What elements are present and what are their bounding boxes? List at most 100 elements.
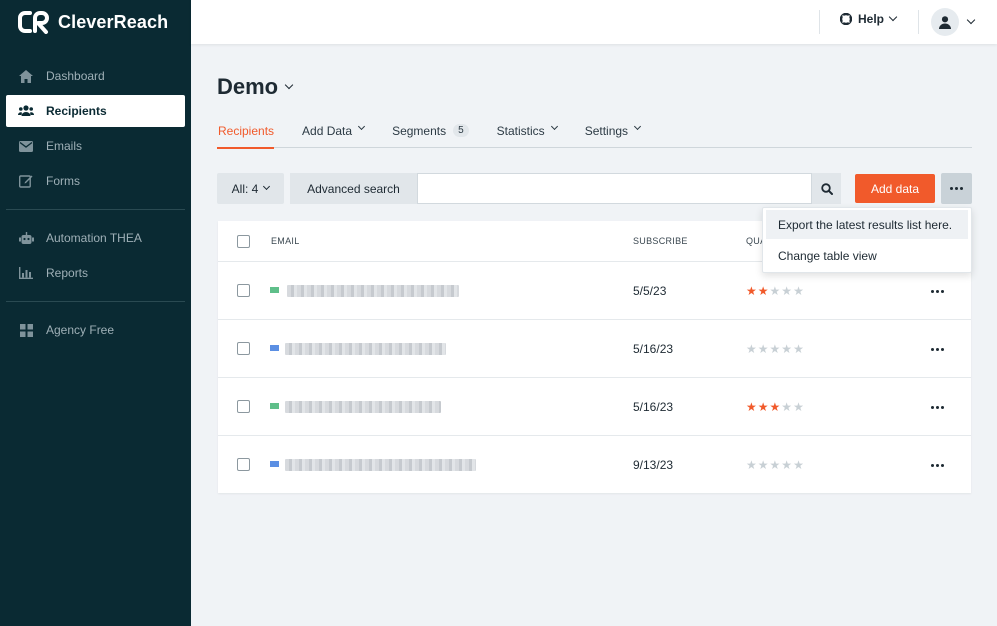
menu-item-change-table-view[interactable]: Change table view	[766, 241, 968, 270]
brand-name: CleverReach	[58, 11, 169, 32]
chevron-down-icon	[550, 122, 558, 131]
sidebar-item-agency-free[interactable]: Agency Free	[6, 314, 185, 346]
avatar	[931, 8, 959, 36]
quality-rating: ★ ★ ★ ★ ★	[746, 458, 804, 472]
column-header-subscribe[interactable]: SUBSCRIBE	[633, 236, 688, 246]
lifebuoy-icon	[839, 12, 853, 26]
email-redacted	[285, 401, 441, 413]
tab-settings[interactable]: Settings	[585, 122, 642, 148]
more-horizontal-icon	[950, 187, 963, 190]
tab-recipients[interactable]: Recipients	[217, 122, 275, 149]
star-filled-icon: ★	[746, 400, 757, 414]
add-data-label: Add data	[870, 181, 920, 196]
more-horizontal-icon	[931, 348, 944, 351]
chevron-down-icon	[284, 80, 294, 90]
toolbar: All: 4 Advanced search Add data	[217, 173, 972, 205]
star-empty-icon: ★	[746, 342, 757, 356]
tab-add-data[interactable]: Add Data	[302, 122, 366, 148]
row-checkbox[interactable]	[237, 284, 250, 297]
topbar-divider	[819, 10, 820, 34]
sidebar: CleverReach Dashboard Recipients Emails …	[0, 0, 191, 626]
email-redacted	[287, 285, 459, 297]
tabs: Recipients Add Data Segments 5 Statistic…	[217, 122, 972, 149]
sidebar-item-dashboard[interactable]: Dashboard	[6, 60, 185, 92]
chevron-down-icon	[888, 12, 898, 22]
row-actions-button[interactable]	[931, 406, 944, 409]
source-indicator	[270, 345, 279, 351]
search-input[interactable]	[417, 173, 812, 204]
sidebar-item-label: Forms	[46, 174, 80, 188]
column-header-quality[interactable]: QUALITY	[746, 236, 762, 246]
sidebar-item-forms[interactable]: Forms	[6, 165, 185, 197]
chevron-down-icon	[263, 182, 271, 191]
row-actions-button[interactable]	[931, 464, 944, 467]
table-row[interactable]: 9/13/23 ★ ★ ★ ★ ★	[218, 436, 971, 494]
tab-label: Segments	[392, 124, 447, 138]
brand[interactable]: CleverReach	[0, 0, 191, 44]
sidebar-item-label: Recipients	[46, 104, 107, 118]
segments-count-badge: 5	[453, 124, 469, 137]
row-checkbox[interactable]	[237, 458, 250, 471]
star-empty-icon: ★	[781, 284, 793, 298]
star-empty-icon: ★	[793, 400, 804, 414]
star-empty-icon: ★	[746, 458, 757, 472]
sidebar-item-automation-thea[interactable]: Automation THEA	[6, 222, 185, 254]
help-button[interactable]: Help	[839, 12, 898, 26]
list-selector[interactable]: Demo	[217, 74, 294, 100]
more-options-menu: Export the latest results list here. Cha…	[762, 207, 972, 273]
sidebar-divider	[6, 209, 185, 210]
more-options-button[interactable]	[941, 173, 972, 204]
table-row[interactable]: 5/16/23 ★ ★ ★ ★ ★	[218, 378, 971, 436]
sidebar-nav: Dashboard Recipients Emails Forms Automa…	[0, 60, 191, 346]
row-checkbox[interactable]	[237, 342, 250, 355]
star-empty-icon: ★	[781, 458, 793, 472]
star-empty-icon: ★	[793, 458, 804, 472]
robot-icon	[18, 230, 34, 246]
home-icon	[18, 68, 34, 84]
user-menu-button[interactable]	[931, 8, 976, 36]
menu-item-export-results[interactable]: Export the latest results list here.	[766, 210, 968, 239]
users-icon	[18, 103, 34, 119]
tab-segments[interactable]: Segments 5	[392, 122, 469, 148]
grid-icon	[18, 322, 34, 338]
star-empty-icon: ★	[793, 284, 804, 298]
filter-dropdown[interactable]: All: 4	[217, 173, 284, 204]
subscribe-date: 5/16/23	[633, 342, 674, 356]
star-empty-icon: ★	[769, 458, 781, 472]
topbar: Help	[191, 0, 997, 44]
column-header-email[interactable]: EMAIL	[271, 236, 300, 246]
edit-icon	[18, 173, 34, 189]
email-redacted	[285, 343, 446, 355]
star-filled-icon: ★	[757, 400, 769, 414]
menu-item-label: Export the latest results list here.	[778, 217, 953, 232]
quality-rating: ★ ★ ★ ★ ★	[746, 284, 804, 298]
star-empty-icon: ★	[769, 284, 781, 298]
sidebar-divider	[6, 301, 185, 302]
star-empty-icon: ★	[757, 458, 769, 472]
source-indicator	[270, 403, 279, 409]
search-button[interactable]	[812, 173, 841, 204]
row-checkbox[interactable]	[237, 400, 250, 413]
tab-label: Add Data	[302, 124, 353, 138]
sidebar-item-recipients[interactable]: Recipients	[6, 95, 185, 127]
tab-label: Recipients	[218, 124, 275, 138]
help-label: Help	[858, 12, 885, 26]
tab-label: Statistics	[496, 124, 545, 138]
subscribe-date: 5/16/23	[633, 400, 674, 414]
sidebar-item-reports[interactable]: Reports	[6, 257, 185, 289]
source-indicator	[270, 461, 279, 467]
subscribe-date: 5/5/23	[633, 284, 667, 298]
row-actions-button[interactable]	[931, 290, 944, 293]
add-data-button[interactable]: Add data	[855, 174, 935, 203]
advanced-search-button[interactable]: Advanced search	[290, 173, 417, 204]
star-empty-icon: ★	[781, 400, 793, 414]
sidebar-item-label: Agency Free	[46, 323, 115, 337]
sidebar-item-emails[interactable]: Emails	[6, 130, 185, 162]
tab-statistics[interactable]: Statistics	[496, 122, 558, 148]
table-row[interactable]: 5/16/23 ★ ★ ★ ★ ★	[218, 320, 971, 378]
more-horizontal-icon	[931, 290, 944, 293]
select-all-checkbox[interactable]	[237, 235, 250, 248]
row-actions-button[interactable]	[931, 348, 944, 351]
email-redacted	[285, 459, 476, 471]
chevron-down-icon	[634, 122, 642, 131]
